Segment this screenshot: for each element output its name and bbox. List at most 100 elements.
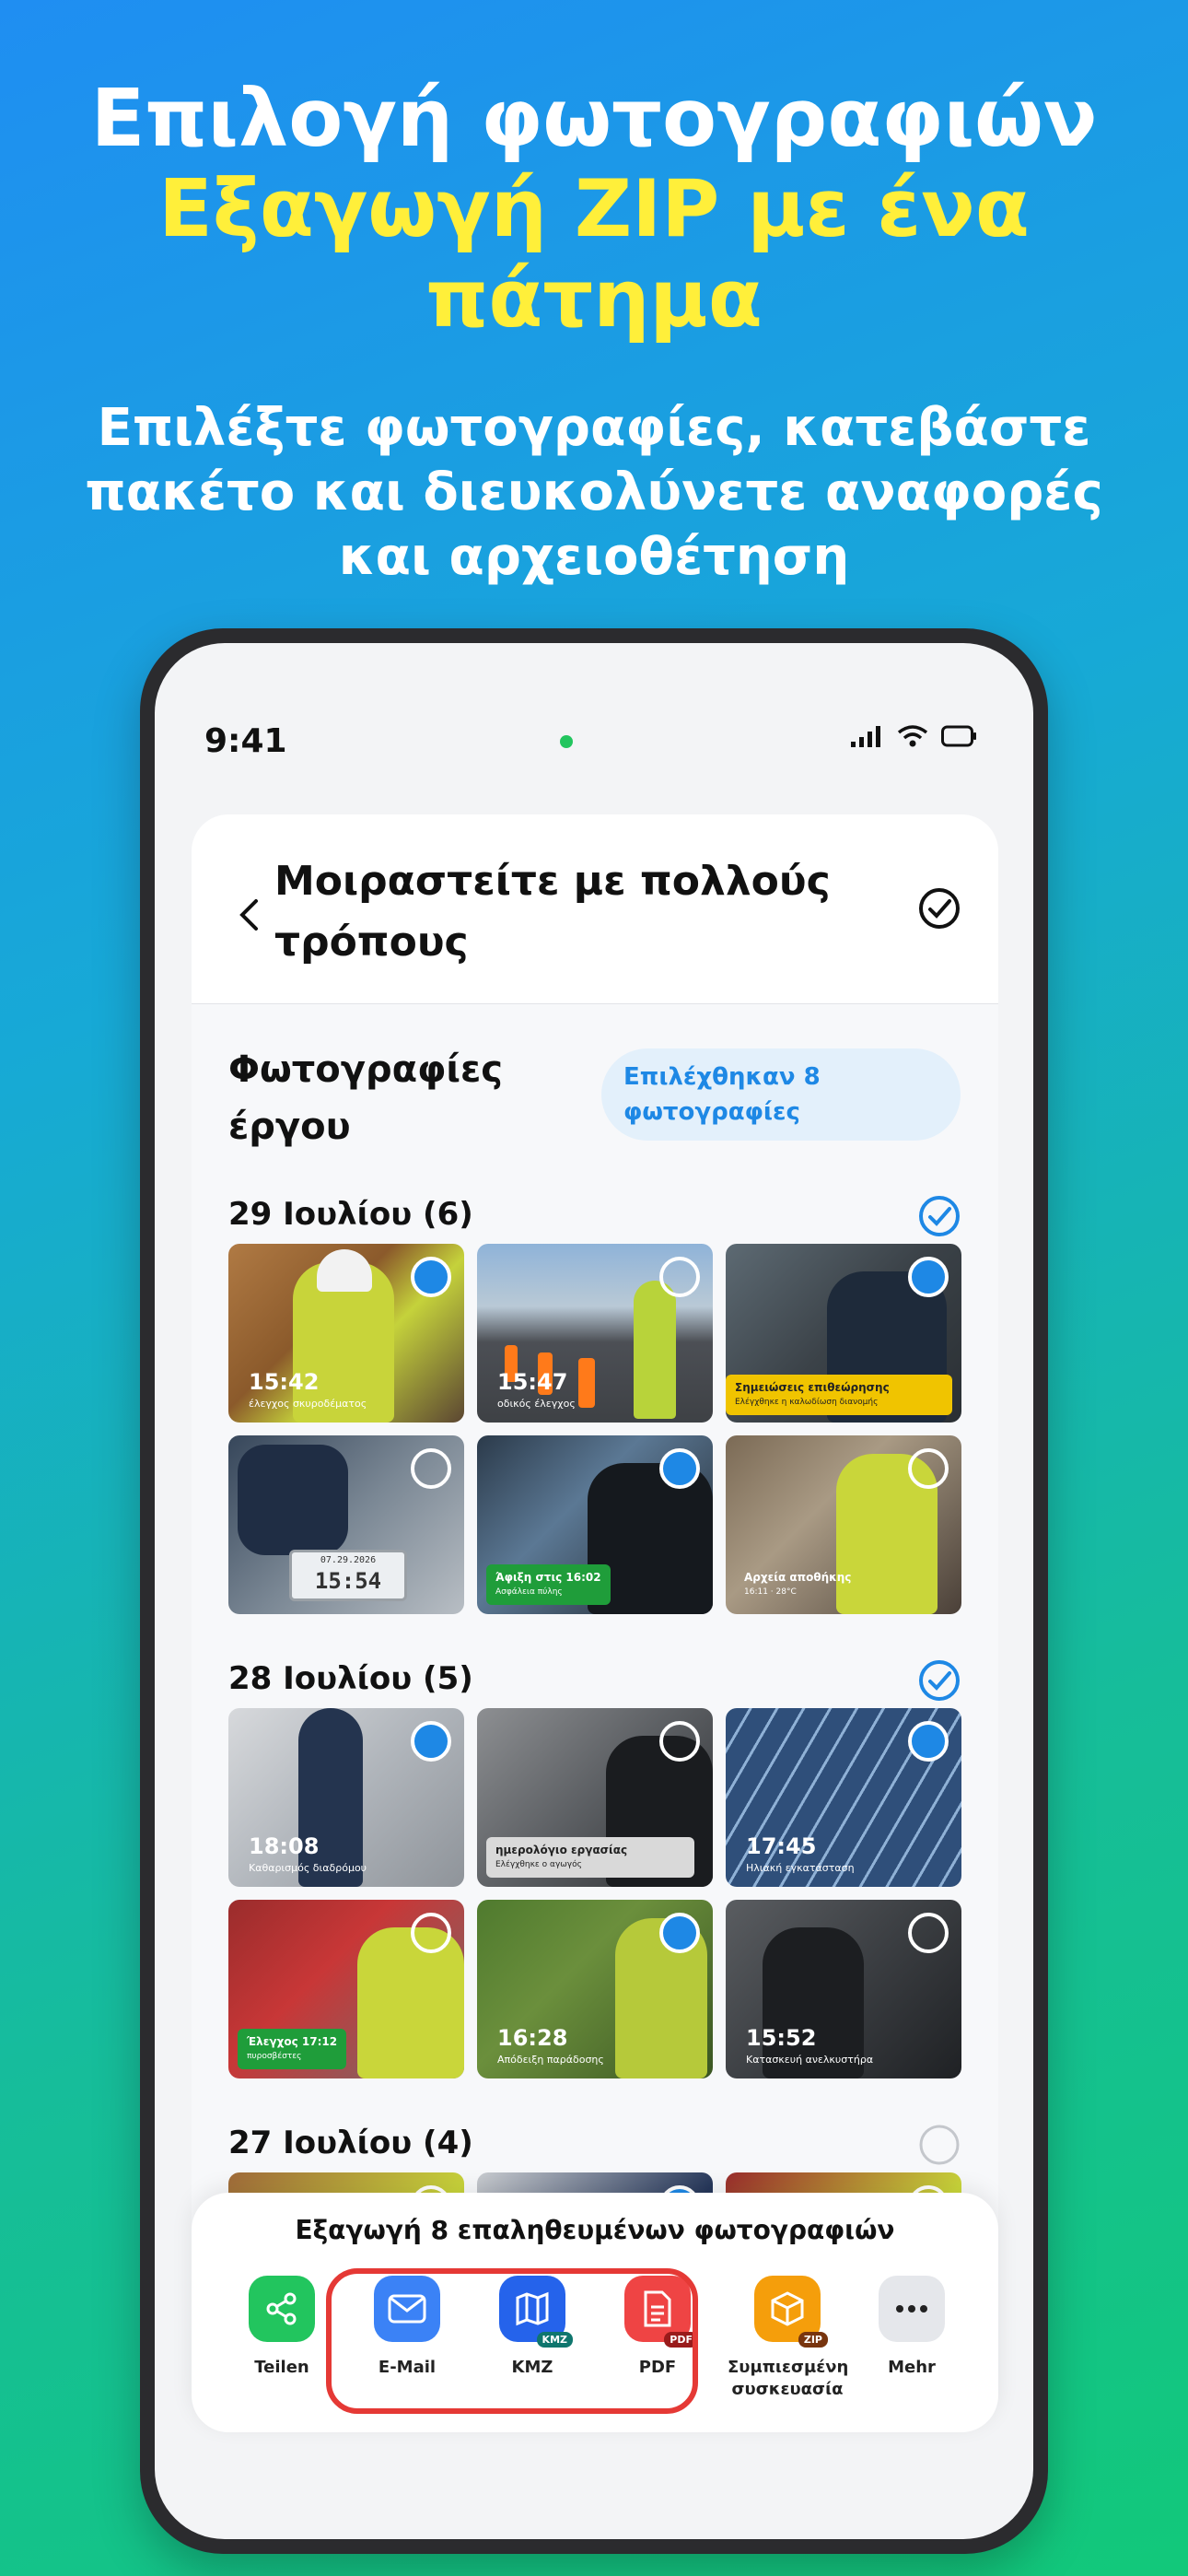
status-icons bbox=[851, 724, 978, 748]
headline-line-2: Εξαγωγή ZIP με ένα bbox=[158, 163, 1030, 255]
subheadline: Επιλέξτε φωτογραφίες, κατεβάστε πακέτο κ… bbox=[37, 396, 1151, 590]
date-group-header[interactable]: 28 Ιουλίου (5) bbox=[228, 1655, 961, 1710]
camera-indicator-dot bbox=[560, 735, 573, 748]
wifi-icon bbox=[897, 725, 928, 747]
note-label: Σημειώσεις επιθεώρησης Ελέγχθηκε η καλωδ… bbox=[726, 1375, 952, 1415]
photo-time: 15:42 bbox=[249, 1369, 320, 1395]
date-group-header[interactable]: 27 Ιουλίου (4) bbox=[228, 2119, 961, 2174]
selection-circle[interactable] bbox=[908, 1448, 949, 1489]
photo-time: 15:52 bbox=[746, 2025, 817, 2051]
selection-circle[interactable] bbox=[659, 1721, 700, 1762]
photo-thumbnail[interactable]: ημερολόγιο εργασίας Ελέγχθηκε ο αγωγός bbox=[477, 1708, 713, 1887]
more-button[interactable]: Mehr bbox=[856, 2276, 967, 2379]
clock-time: 15:54 bbox=[314, 1568, 382, 1594]
selection-circle[interactable] bbox=[411, 1257, 451, 1297]
subhead-line-3: και αρχειοθέτηση bbox=[338, 527, 850, 587]
note-title: Αρχεία αποθήκης bbox=[744, 1571, 852, 1584]
signal-icon bbox=[851, 726, 880, 747]
highlight-frame bbox=[326, 2268, 698, 2414]
photo-thumbnail[interactable]: 17:45 Ηλιακή εγκατάσταση bbox=[726, 1708, 961, 1887]
selection-circle[interactable] bbox=[411, 1721, 451, 1762]
note-label: Έλεγχος 17:12 πυροσβέστες bbox=[238, 2029, 347, 2069]
note-label: Άφιξη στις 16:02 Ασφάλεια πύλης bbox=[486, 1564, 611, 1605]
select-all-check-icon[interactable] bbox=[917, 886, 961, 931]
zip-button[interactable]: ZIP Συμπιεσμένη συσκευασία bbox=[728, 2276, 848, 2401]
share-icon bbox=[249, 2276, 315, 2342]
date-group-label: 27 Ιουλίου (4) bbox=[228, 2125, 473, 2161]
more-dots-icon bbox=[879, 2276, 945, 2342]
note-sub: Ελέγχθηκε ο αγωγός bbox=[495, 1860, 582, 1869]
headline-line-3: πάτημα bbox=[425, 253, 763, 345]
photo-caption: Ηλιακή εγκατάσταση bbox=[746, 1862, 855, 1874]
group-check-icon[interactable] bbox=[917, 1194, 961, 1238]
section-title: Φωτογραφίες έργου bbox=[228, 1041, 542, 1155]
battery-icon bbox=[941, 725, 976, 747]
note-sub: πυροσβέστες bbox=[247, 2052, 302, 2061]
photo-thumbnail[interactable]: 15:42 έλεγχος σκυροδέματος bbox=[228, 1244, 464, 1423]
photo-thumbnail[interactable]: 18:08 Καθαρισμός διαδρόμου bbox=[228, 1708, 464, 1887]
digital-clock: 07.29.2026 15:54 bbox=[289, 1550, 407, 1601]
selection-circle[interactable] bbox=[411, 1913, 451, 1953]
date-group-header[interactable]: 29 Ιουλίου (6) bbox=[228, 1190, 961, 1246]
photo-time: 17:45 bbox=[746, 1833, 817, 1859]
photo-thumbnail[interactable]: 15:52 Κατασκευή ανελκυστήρα bbox=[726, 1900, 961, 2078]
back-chevron-icon[interactable] bbox=[238, 897, 260, 932]
group-check-icon[interactable] bbox=[917, 2123, 961, 2167]
export-title: Εξαγωγή 8 επαληθευμένων φωτογραφιών bbox=[295, 2215, 895, 2245]
phone-screen: 9:41 Μοιραστείτε με πολλούς τρόπους Φωτο… bbox=[155, 643, 1033, 2539]
share-sheet-card: Μοιραστείτε με πολλούς τρόπους Φωτογραφί… bbox=[192, 814, 998, 2399]
worker-figure bbox=[357, 1927, 464, 2078]
note-sub: 16:11 · 28°C bbox=[744, 1587, 797, 1597]
selection-circle[interactable] bbox=[659, 1448, 700, 1489]
share-label: Teilen bbox=[254, 2358, 309, 2377]
hard-hat bbox=[317, 1249, 372, 1292]
note-sub: Ασφάλεια πύλης bbox=[495, 1587, 563, 1597]
photo-thumbnail[interactable]: 16:28 Απόδειξη παράδοσης bbox=[477, 1900, 713, 2078]
selection-circle[interactable] bbox=[908, 1257, 949, 1297]
note-label: ημερολόγιο εργασίας Ελέγχθηκε ο αγωγός bbox=[486, 1837, 694, 1878]
note-label: Αρχεία αποθήκης 16:11 · 28°C bbox=[735, 1564, 860, 1605]
selected-count-badge: Επιλέχθηκαν 8 φωτογραφίες bbox=[601, 1048, 961, 1141]
photo-thumbnail[interactable]: 07.29.2026 15:54 bbox=[228, 1435, 464, 1614]
selection-circle[interactable] bbox=[908, 1913, 949, 1953]
zip-tag: ZIP bbox=[798, 2332, 828, 2348]
photo-thumbnail[interactable]: 15:47 οδικός έλεγχος bbox=[477, 1244, 713, 1423]
phone-frame: 9:41 Μοιραστείτε με πολλούς τρόπους Φωτο… bbox=[140, 628, 1048, 2554]
note-title: Άφιξη στις 16:02 bbox=[495, 1571, 601, 1584]
headline: Επιλογή φωτογραφιών Εξαγωγή ZIP με ένα π… bbox=[0, 74, 1188, 345]
traffic-cone bbox=[578, 1358, 595, 1408]
worker-figure bbox=[298, 1708, 363, 1887]
photo-caption: Καθαρισμός διαδρόμου bbox=[249, 1862, 367, 1874]
selection-circle[interactable] bbox=[659, 1913, 700, 1953]
clock-date: 07.29.2026 bbox=[320, 1555, 377, 1565]
worker-figure bbox=[634, 1281, 676, 1419]
photo-caption: Κατασκευή ανελκυστήρα bbox=[746, 2054, 874, 2066]
note-title: Έλεγχος 17:12 bbox=[247, 2035, 338, 2048]
photo-thumbnail[interactable]: Σημειώσεις επιθεώρησης Ελέγχθηκε η καλωδ… bbox=[726, 1244, 961, 1423]
note-title: Σημειώσεις επιθεώρησης bbox=[735, 1381, 890, 1394]
worker-figure bbox=[238, 1445, 348, 1555]
date-group-label: 28 Ιουλίου (5) bbox=[228, 1660, 473, 1697]
photo-thumbnail[interactable]: Άφιξη στις 16:02 Ασφάλεια πύλης bbox=[477, 1435, 713, 1614]
package-icon: ZIP bbox=[754, 2276, 828, 2348]
photo-time: 15:47 bbox=[497, 1369, 568, 1395]
note-title: ημερολόγιο εργασίας bbox=[495, 1844, 628, 1856]
share-button[interactable]: Teilen bbox=[227, 2276, 337, 2379]
section-title-text: Φωτογραφίες έργου bbox=[228, 1048, 503, 1148]
photo-thumbnail[interactable]: Αρχεία αποθήκης 16:11 · 28°C bbox=[726, 1435, 961, 1614]
photo-thumbnail[interactable]: Έλεγχος 17:12 πυροσβέστες bbox=[228, 1900, 464, 2078]
selection-circle[interactable] bbox=[411, 1448, 451, 1489]
photo-caption: Απόδειξη παράδοσης bbox=[497, 2054, 604, 2066]
status-bar: 9:41 bbox=[155, 643, 1033, 760]
status-time: 9:41 bbox=[204, 722, 287, 760]
top-bar: Μοιραστείτε με πολλούς τρόπους bbox=[192, 814, 998, 1004]
photo-time: 16:28 bbox=[497, 2025, 568, 2051]
note-sub: Ελέγχθηκε η καλωδίωση διανομής bbox=[735, 1398, 879, 1407]
subhead-line-2: πακέτο και διευκολύνετε αναφορές bbox=[85, 463, 1103, 522]
photo-caption: οδικός έλεγχος bbox=[497, 1398, 576, 1410]
selection-circle[interactable] bbox=[659, 1257, 700, 1297]
subhead-line-1: Επιλέξτε φωτογραφίες, κατεβάστε bbox=[97, 398, 1091, 458]
selection-circle[interactable] bbox=[908, 1721, 949, 1762]
date-group-label: 29 Ιουλίου (6) bbox=[228, 1196, 473, 1233]
group-check-icon[interactable] bbox=[917, 1658, 961, 1703]
